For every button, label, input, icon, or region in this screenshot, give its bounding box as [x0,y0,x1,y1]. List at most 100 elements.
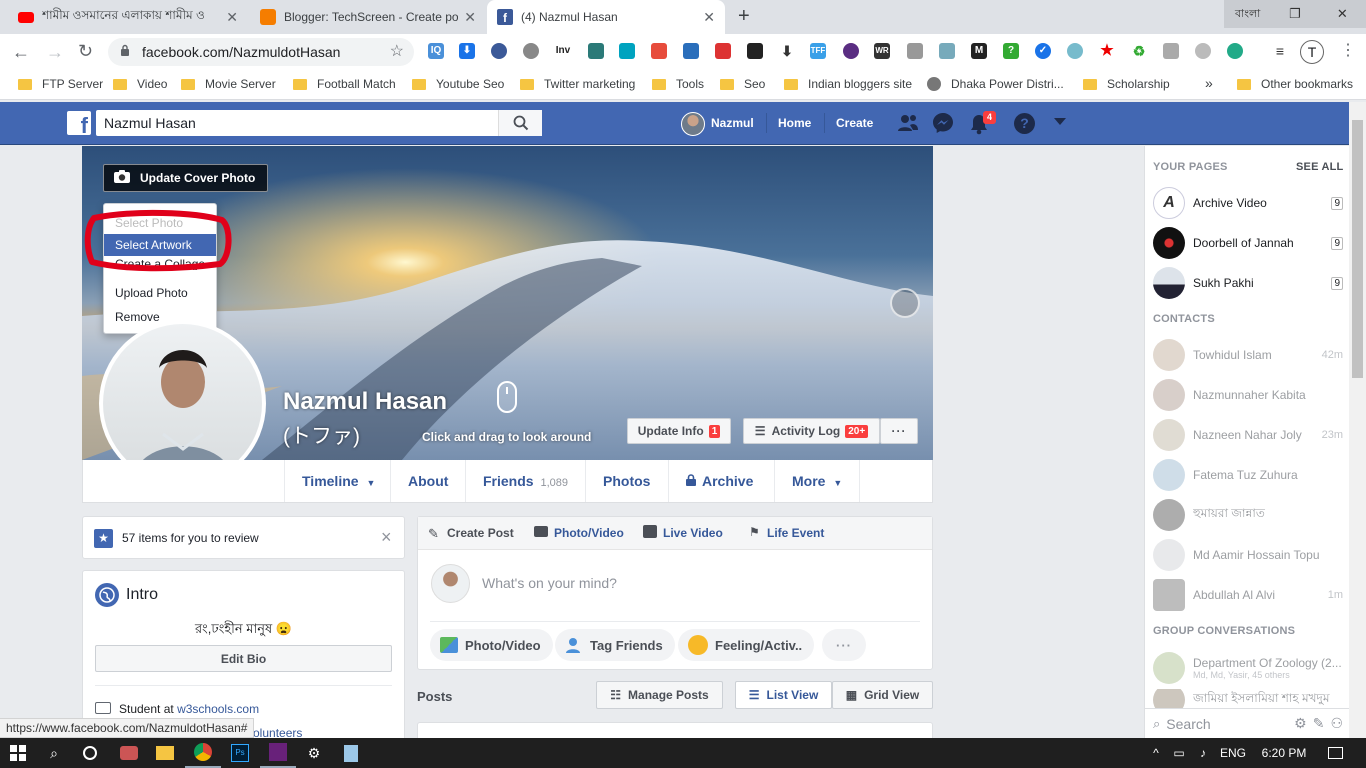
header-home-link[interactable]: Home [778,116,811,130]
page-item[interactable]: Sukh Pakhi 9 [1153,267,1343,299]
view-360-icon[interactable] [890,288,920,318]
extension-iq-icon[interactable]: IQ [428,43,444,59]
contact-item[interactable]: Nazneen Nahar Joly 23m [1153,419,1343,451]
contact-item[interactable]: Towhidul Islam 42m [1153,339,1343,371]
visual-studio-icon[interactable] [260,738,296,768]
search-icon[interactable] [498,110,542,136]
new-tab-button[interactable]: + [738,5,750,28]
page-item[interactable]: A Archive Video 9 [1153,187,1343,219]
back-icon[interactable]: ← [12,42,30,63]
bookmark-item[interactable]: Youtube Seo [412,77,504,91]
create-group-icon[interactable]: ⚇ [1330,715,1343,732]
chat-search-input[interactable]: Search [1166,716,1294,732]
bookmark-item[interactable]: Indian bloggers site [784,77,912,91]
extension-check-icon[interactable]: ✓ [1035,43,1051,59]
extension-icon[interactable] [523,43,539,59]
extension-icon[interactable] [715,43,731,59]
extension-icon[interactable] [683,43,699,59]
extension-globe-icon[interactable] [1195,43,1211,59]
taskbar-search-icon[interactable]: ⌕ [36,738,72,768]
tab-friends[interactable]: Friends 1,089 [465,460,585,502]
reload-icon[interactable]: ↻ [78,41,93,62]
cortana-icon[interactable] [72,738,108,768]
manage-posts-button[interactable]: ☷ Manage Posts [596,681,723,709]
bookmark-item[interactable]: Seo [720,77,765,91]
edit-bio-button[interactable]: Edit Bio [95,645,392,672]
clock[interactable]: 6:20 PM [1256,738,1312,768]
extension-inv-icon[interactable]: Inv [553,43,573,59]
page-scrollbar[interactable] [1349,102,1366,738]
contact-item[interactable]: Fatema Tuz Zuhura [1153,459,1343,491]
messenger-icon[interactable] [932,112,954,137]
contact-item[interactable]: Abdullah Al Alvi 1m [1153,579,1343,611]
scrollbar-thumb[interactable] [1352,120,1363,378]
menu-item-upload-photo[interactable]: Upload Photo [104,282,216,304]
list-view-button[interactable]: ☰ List View [735,681,832,709]
contact-item[interactable]: Nazmunnaher Kabita [1153,379,1343,411]
grid-view-button[interactable]: ▦ Grid View [832,681,933,709]
volume-icon[interactable]: ♪ [1192,738,1214,768]
feeling-activity-action[interactable]: Feeling/Activ... [678,629,814,661]
notepad-icon[interactable] [333,738,369,768]
update-info-button[interactable]: Update Info 1 [627,418,731,444]
tab-life-event[interactable]: Life Event [767,526,824,540]
extension-icon[interactable] [843,43,859,59]
extension-icon[interactable] [619,43,635,59]
bookmark-star-icon[interactable]: ☆ [390,41,404,61]
header-create-link[interactable]: Create [836,116,873,130]
input-language[interactable]: ENG [1216,738,1250,768]
review-card[interactable]: ★ 57 items for you to review × [82,516,405,559]
action-center-icon[interactable] [1320,738,1350,768]
close-icon[interactable]: × [381,527,392,548]
tray-up-chevron-icon[interactable]: ^ [1146,738,1166,768]
header-user-link[interactable]: Nazmul [711,116,754,130]
extension-camera-icon[interactable] [939,43,955,59]
close-window-icon[interactable]: ✕ [1319,0,1366,28]
tab-close-icon[interactable]: ✕ [464,9,476,26]
extension-icon[interactable] [651,43,667,59]
extension-icon[interactable] [1227,43,1243,59]
help-icon[interactable]: ? [1014,113,1035,134]
photo-video-action[interactable]: Photo/Video [430,629,553,661]
settings-gear-icon[interactable]: ⚙ [296,738,332,768]
composer-more-button[interactable]: ··· [822,629,866,661]
extension-question-icon[interactable]: ? [1003,43,1019,59]
tab-timeline[interactable]: Timeline ▼ [284,460,392,502]
contact-item[interactable]: Md Aamir Hossain Topu [1153,539,1343,571]
extension-icon[interactable] [1067,43,1083,59]
more-bookmarks-button[interactable]: » [1205,75,1213,91]
extension-star-icon[interactable]: ★ [1099,43,1115,59]
bookmark-item[interactable]: Video [113,77,167,91]
media-controls-icon[interactable]: ≡ [1272,43,1288,59]
gear-icon[interactable]: ⚙ [1294,715,1307,732]
address-bar[interactable]: facebook.com/NazmuldotHasan ☆ [108,38,414,66]
restore-icon[interactable]: ❐ [1271,0,1318,28]
chrome-taskbar-icon[interactable] [185,738,221,768]
browser-tab-youtube[interactable]: শামীম ওসমানের এলাকায় শামীম ও ✕ [8,0,248,34]
extension-icon[interactable] [588,43,604,59]
tab-archive[interactable]: Archive [668,460,770,502]
see-all-link[interactable]: SEE ALL [1296,161,1343,173]
extension-camera-icon[interactable] [907,43,923,59]
activity-log-button[interactable]: ☰ Activity Log 20+ [743,418,880,444]
other-bookmarks[interactable]: Other bookmarks [1237,77,1353,91]
page-item[interactable]: Doorbell of Jannah 9 [1153,227,1343,259]
profile-name[interactable]: Nazmul Hasan [283,388,447,416]
network-icon[interactable]: ▭ [1168,738,1190,768]
update-cover-photo-button[interactable]: Update Cover Photo [103,164,268,192]
user-avatar[interactable] [681,112,705,136]
compose-icon[interactable]: ✎ [1313,715,1325,732]
bookmark-item[interactable]: Twitter marketing [520,77,635,91]
photoshop-icon[interactable]: Ps [222,738,258,768]
extension-tff-icon[interactable]: TFF [810,43,826,59]
extension-wr-icon[interactable]: WR [874,43,890,59]
windows-start-icon[interactable] [0,738,36,768]
school-link[interactable]: w3schools.com [177,702,259,716]
extension-icon[interactable] [491,43,507,59]
extension-arrow-down-icon[interactable]: ⬇ [779,43,795,59]
tab-photos[interactable]: Photos [585,460,667,502]
cover-more-button[interactable]: ··· [880,418,918,444]
friend-requests-icon[interactable] [897,113,919,136]
tag-friends-action[interactable]: Tag Friends [555,629,675,661]
bookmark-item[interactable]: Dhaka Power Distri... [927,77,1064,91]
